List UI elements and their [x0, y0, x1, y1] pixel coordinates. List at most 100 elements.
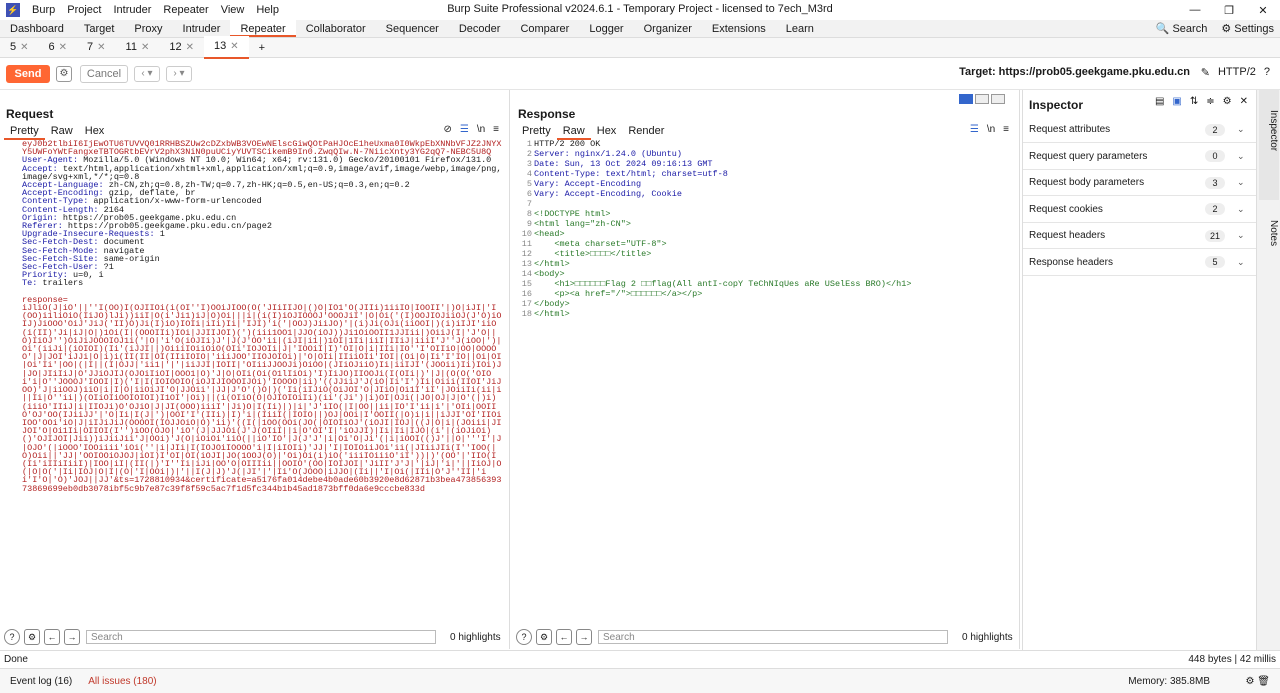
tab-learn[interactable]: Learn [776, 20, 824, 37]
help-icon[interactable]: ? [4, 629, 20, 645]
arrow-left-icon[interactable]: ← [44, 629, 60, 645]
view-tab-hex[interactable]: Hex [79, 124, 111, 140]
tab-comparer[interactable]: Comparer [510, 20, 579, 37]
close-tab-icon[interactable]: ✕ [97, 42, 105, 53]
inspector-row[interactable]: Request body parameters 3 ⌄ [1023, 170, 1257, 196]
help-icon[interactable]: ? [516, 629, 532, 645]
response-editor[interactable]: 1 HTTP/2 200 OK 2 Server: nginx/1.24.0 (Ubu… [512, 140, 1019, 649]
menu-view[interactable]: View [215, 4, 251, 16]
inspector-row[interactable]: Request attributes 2 ⌄ [1023, 117, 1257, 143]
chevron-down-icon[interactable]: ⌄ [1237, 204, 1247, 215]
back-button[interactable]: ‹ ▾ [134, 65, 160, 82]
tab-decoder[interactable]: Decoder [449, 20, 511, 37]
menu-help[interactable]: Help [250, 4, 285, 16]
menu-icon[interactable]: ≡ [493, 124, 499, 135]
inspector-row[interactable]: Response headers 5 ⌄ [1023, 250, 1257, 276]
tab-target[interactable]: Target [74, 20, 125, 37]
side-tab-notes[interactable]: Notes [1259, 200, 1279, 280]
close-tab-icon[interactable]: ✕ [59, 42, 67, 53]
layout-split-icon[interactable] [959, 94, 973, 104]
grid-view-icon[interactable]: ▣ [1172, 96, 1181, 107]
close-icon[interactable]: ✕ [1240, 96, 1248, 107]
tab-repeater[interactable]: Repeater [230, 20, 296, 37]
close-tab-icon[interactable]: ✕ [186, 42, 194, 53]
tab-organizer[interactable]: Organizer [634, 20, 702, 37]
help-icon[interactable]: ? [1264, 66, 1270, 79]
send-button[interactable]: Send [6, 64, 50, 83]
gear-icon[interactable]: ⚙ [24, 629, 40, 645]
view-tab-raw[interactable]: Raw [45, 124, 79, 140]
search-button[interactable]: 🔍 Search [1156, 20, 1208, 38]
event-log-link[interactable]: Event log (16) [10, 676, 72, 687]
tab-sequencer[interactable]: Sequencer [376, 20, 449, 37]
repeater-tab[interactable]: 7 ✕ [77, 37, 116, 58]
request-code[interactable]: eyJ0b2tlbiI6IjEwOTU6TUVVQ01RRHBSZUw2cDZx… [22, 140, 503, 493]
arrow-left-icon[interactable]: ← [556, 629, 572, 645]
forward-button[interactable]: › ▾ [166, 65, 192, 82]
side-tab-inspector[interactable]: Inspector [1259, 90, 1279, 200]
menu-repeater[interactable]: Repeater [157, 4, 214, 16]
chevron-down-icon[interactable]: ⌄ [1237, 151, 1247, 162]
arrow-right-icon[interactable]: → [576, 629, 592, 645]
gear-icon[interactable]: ⚙ [56, 65, 72, 82]
close-tab-icon[interactable]: ✕ [230, 41, 238, 52]
view-tab-raw[interactable]: Raw [556, 124, 591, 140]
chevron-down-icon[interactable]: ⌄ [1237, 124, 1247, 135]
hide-icon[interactable]: ⊘ [443, 124, 451, 135]
chevron-down-icon[interactable]: ⌄ [1237, 230, 1247, 241]
response-pane: Response Pretty Raw Hex Render ☰ \n ≡ 1 HTTP… [512, 90, 1020, 649]
inspector-row[interactable]: Request headers 21 ⌄ [1023, 223, 1257, 249]
close-tab-icon[interactable]: ✕ [141, 42, 149, 53]
inspector-row[interactable]: Request cookies 2 ⌄ [1023, 197, 1257, 223]
repeater-tab[interactable]: 5 ✕ [0, 37, 39, 58]
response-code[interactable]: 1 HTTP/2 200 OK 2 Server: nginx/1.24.0 (Ubu… [512, 140, 1019, 320]
filter-icon[interactable]: ≑ [1206, 96, 1214, 107]
view-tab-pretty[interactable]: Pretty [516, 124, 557, 140]
request-editor[interactable]: eyJ0b2tlbiI6IjEwOTU6TUVVQ01RRHBSZUw2cDZx… [0, 140, 509, 649]
tab-intruder[interactable]: Intruder [173, 20, 231, 37]
settings-button[interactable]: ⚙ Settings [1221, 20, 1274, 38]
cancel-button[interactable]: Cancel [80, 64, 128, 83]
maximize-icon[interactable]: ❐ [1212, 0, 1246, 20]
gear-icon[interactable]: ⚙ [1223, 96, 1232, 107]
sort-icon[interactable]: ⇅ [1190, 96, 1198, 107]
add-tab-icon[interactable]: + [249, 38, 275, 58]
layout-horizontal-icon[interactable] [975, 94, 989, 104]
tab-proxy[interactable]: Proxy [124, 20, 172, 37]
repeater-tab[interactable]: 13 ✕ [204, 36, 249, 59]
menu-intruder[interactable]: Intruder [108, 4, 158, 16]
newline-icon[interactable]: \n [477, 124, 485, 135]
close-icon[interactable]: ✕ [1246, 0, 1280, 20]
menu-project[interactable]: Project [61, 4, 107, 16]
wrap-icon[interactable]: ☰ [970, 124, 979, 135]
inspector-row[interactable]: Request query parameters 0 ⌄ [1023, 144, 1257, 170]
newline-icon[interactable]: \n [987, 124, 995, 135]
edit-target-icon[interactable]: ✎ [1201, 66, 1210, 79]
menu-burp[interactable]: Burp [26, 4, 61, 16]
view-tab-render[interactable]: Render [622, 124, 670, 140]
repeater-tab[interactable]: 12 ✕ [159, 37, 204, 58]
repeater-tab[interactable]: 6 ✕ [39, 37, 78, 58]
view-tab-hex[interactable]: Hex [591, 124, 623, 140]
view-tab-pretty[interactable]: Pretty [4, 124, 45, 140]
tab-logger[interactable]: Logger [579, 20, 633, 37]
menu-icon[interactable]: ≡ [1003, 124, 1009, 135]
memory-settings-icon[interactable]: ⚙ 🗑 [1246, 676, 1270, 687]
search-input[interactable]: Search [598, 630, 948, 644]
layout-single-icon[interactable] [991, 94, 1005, 104]
tab-dashboard[interactable]: Dashboard [0, 20, 74, 37]
chevron-down-icon[interactable]: ⌄ [1237, 177, 1247, 188]
protocol-label[interactable]: HTTP/2 [1218, 66, 1256, 79]
wrap-icon[interactable]: ☰ [460, 124, 469, 135]
search-input[interactable]: Search [86, 630, 436, 644]
repeater-tab[interactable]: 11 ✕ [116, 37, 160, 58]
list-view-icon[interactable]: ▤ [1155, 96, 1164, 107]
tab-collaborator[interactable]: Collaborator [296, 20, 376, 37]
all-issues-link[interactable]: All issues (180) [88, 676, 156, 687]
gear-icon[interactable]: ⚙ [536, 629, 552, 645]
chevron-down-icon[interactable]: ⌄ [1237, 257, 1247, 268]
tab-extensions[interactable]: Extensions [702, 20, 776, 37]
close-tab-icon[interactable]: ✕ [20, 42, 28, 53]
arrow-right-icon[interactable]: → [64, 629, 80, 645]
minimize-icon[interactable]: — [1178, 0, 1212, 20]
